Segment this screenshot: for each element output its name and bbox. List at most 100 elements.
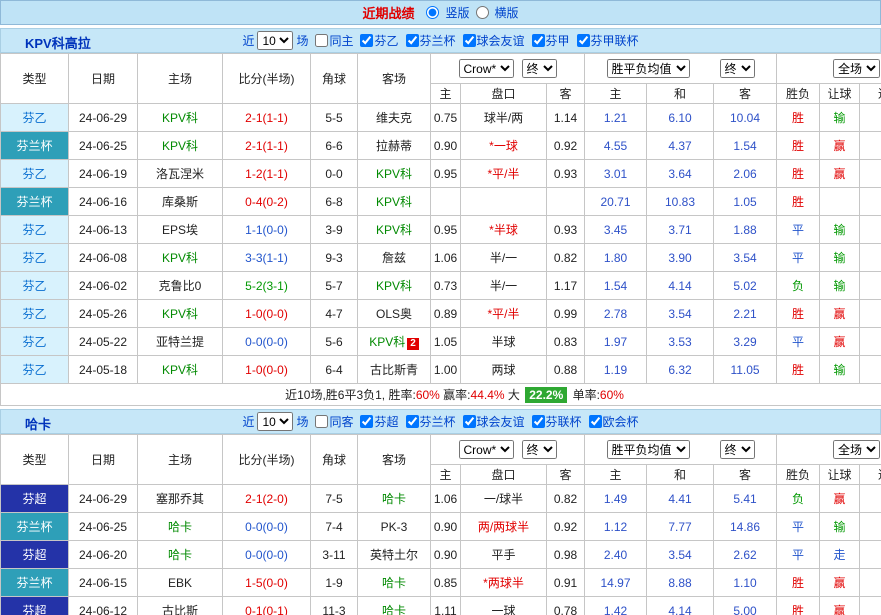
handicap-line: *平/半: [461, 300, 547, 328]
filter-league-0[interactable]: 芬乙: [356, 32, 398, 49]
filter-same-home[interactable]: 同主: [311, 32, 353, 49]
handicap-result-cell: 输: [820, 356, 860, 384]
match-row: 芬超24-06-20哈卡0-0(0-0)3-11英特土尔0.90平手0.982.…: [1, 541, 881, 569]
match-score: 1-5(0-0): [223, 569, 311, 597]
corner-count: 1-9: [311, 569, 358, 597]
match-score: 1-2(1-1): [223, 160, 311, 188]
match-row: 芬兰杯24-06-15EBK1-5(0-0)1-9哈卡0.85*两球半0.911…: [1, 569, 881, 597]
handicap-result-cell: 输: [820, 104, 860, 132]
goal-cell: [860, 356, 881, 384]
team-name: KPV科高拉: [25, 33, 91, 52]
filter-league-2[interactable]: 球会友谊: [459, 413, 525, 430]
home-team: 哈卡: [138, 541, 223, 569]
red-card-badge: 2: [407, 338, 419, 350]
home-team: 亚特兰提: [138, 328, 223, 356]
result-cell: 胜: [777, 188, 820, 216]
same-home-checkbox[interactable]: [315, 34, 328, 47]
filter-league-1[interactable]: 芬兰杯: [402, 32, 456, 49]
avg-away-odds: 10.04: [714, 104, 777, 132]
filter-league-4[interactable]: 欧会杯: [585, 413, 639, 430]
league-type: 芬乙: [1, 272, 69, 300]
filter-league-2[interactable]: 球会友谊: [459, 32, 525, 49]
final-odds-select[interactable]: 终: [522, 59, 557, 78]
result-cell: 平: [777, 513, 820, 541]
corner-count: 7-4: [311, 513, 358, 541]
horizontal-layout-label[interactable]: 横版: [495, 4, 519, 21]
home-team: KPV科: [138, 244, 223, 272]
avg-away-odds: 5.02: [714, 272, 777, 300]
scope-select[interactable]: 全场: [833, 440, 880, 459]
summary-text: 60%: [600, 388, 624, 402]
match-score: 0-1(0-1): [223, 597, 311, 615]
filter-league-0[interactable]: 芬超: [356, 413, 398, 430]
match-date: 24-06-08: [69, 244, 138, 272]
final-odds-select-2[interactable]: 终: [720, 440, 755, 459]
filter-same-away[interactable]: 同客: [311, 413, 353, 430]
goal-cell: [860, 541, 881, 569]
league-checkbox[interactable]: [532, 415, 545, 428]
avg-away-odds: 5.00: [714, 597, 777, 615]
match-date: 24-06-25: [69, 132, 138, 160]
filter-league-3[interactable]: 芬甲: [528, 32, 570, 49]
league-checkbox[interactable]: [463, 34, 476, 47]
filter-league-1[interactable]: 芬兰杯: [402, 413, 456, 430]
handicap-away-odds: 0.91: [547, 569, 585, 597]
bookmaker-select[interactable]: Crow*: [459, 440, 514, 459]
goal-cell: [860, 300, 881, 328]
league-checkbox[interactable]: [532, 34, 545, 47]
avg-odds-select[interactable]: 胜平负均值: [607, 59, 690, 78]
avg-away-odds: 2.06: [714, 160, 777, 188]
horizontal-layout-radio[interactable]: [476, 6, 489, 19]
scope-select[interactable]: 全场: [833, 59, 880, 78]
handicap-line: 平手: [461, 541, 547, 569]
avg-draw-odds: 3.64: [647, 160, 714, 188]
away-team: 哈卡: [358, 485, 431, 513]
final-odds-select[interactable]: 终: [522, 440, 557, 459]
avg-odds-select[interactable]: 胜平负均值: [607, 440, 690, 459]
final-odds-select-2[interactable]: 终: [720, 59, 755, 78]
league-type: 芬兰杯: [1, 188, 69, 216]
league-checkbox[interactable]: [360, 415, 373, 428]
recent-count-select[interactable]: 10: [257, 412, 293, 431]
subcol-away-odds: 客: [547, 84, 585, 104]
avg-home-odds: 14.97: [585, 569, 647, 597]
league-checkbox[interactable]: [406, 34, 419, 47]
subcol-handicap-result: 让球: [820, 84, 860, 104]
league-checkbox[interactable]: [360, 34, 373, 47]
subcol-handicap: 盘口: [461, 465, 547, 485]
handicap-result-cell: 输: [820, 513, 860, 541]
league-checkbox[interactable]: [577, 34, 590, 47]
handicap-away-odds: 0.78: [547, 597, 585, 615]
filter-league-4[interactable]: 芬甲联杯: [573, 32, 639, 49]
vertical-layout-label[interactable]: 竖版: [445, 4, 469, 21]
league-checkbox[interactable]: [589, 415, 602, 428]
subcol-avg-draw: 和: [647, 465, 714, 485]
away-team: KPV科: [358, 272, 431, 300]
match-date: 24-05-22: [69, 328, 138, 356]
filter-league-3[interactable]: 芬联杯: [528, 413, 582, 430]
result-cell: 胜: [777, 569, 820, 597]
subcol-avg-home: 主: [585, 465, 647, 485]
avg-away-odds: 5.41: [714, 485, 777, 513]
avg-away-odds: 11.05: [714, 356, 777, 384]
subcol-avg-draw: 和: [647, 84, 714, 104]
same-away-checkbox[interactable]: [315, 415, 328, 428]
subcol-avg-away: 客: [714, 465, 777, 485]
goal-cell: [860, 216, 881, 244]
result-cell: 胜: [777, 300, 820, 328]
corner-count: 5-6: [311, 328, 358, 356]
bookmaker-select[interactable]: Crow*: [459, 59, 514, 78]
avg-draw-odds: 3.53: [647, 328, 714, 356]
recent-count-select[interactable]: 10: [257, 31, 293, 50]
match-score: 2-1(2-0): [223, 485, 311, 513]
league-checkbox[interactable]: [463, 415, 476, 428]
avg-away-odds: 1.10: [714, 569, 777, 597]
vertical-layout-radio[interactable]: [426, 6, 439, 19]
corner-count: 5-5: [311, 104, 358, 132]
match-score: 1-1(0-0): [223, 216, 311, 244]
league-checkbox[interactable]: [406, 415, 419, 428]
league-type: 芬超: [1, 541, 69, 569]
col-header-score: 比分(半场): [223, 54, 311, 104]
league-type: 芬超: [1, 485, 69, 513]
corner-count: 3-11: [311, 541, 358, 569]
